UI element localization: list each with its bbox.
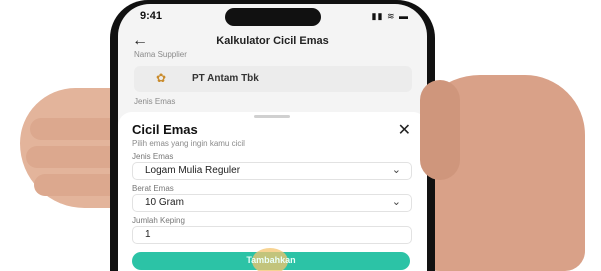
- gold-type-label-background: Jenis Emas: [134, 97, 176, 106]
- weight-label: Berat Emas: [132, 184, 174, 193]
- status-time: 9:41: [140, 10, 163, 22]
- page-title: Kalkulator Cicil Emas: [216, 35, 329, 47]
- phone-screen: 9:41 ▮▮ ≋ ▬ ← Kalkulator Cicil Emas Nama…: [118, 4, 427, 271]
- sheet-drag-handle[interactable]: [254, 115, 290, 118]
- gold-type-value: Logam Mulia Reguler: [145, 165, 241, 176]
- add-button-label: Tambahkan: [246, 255, 296, 265]
- weight-select[interactable]: 10 Gram ⌄: [132, 194, 412, 212]
- dynamic-island: [225, 8, 321, 26]
- quantity-value: 1: [145, 229, 151, 240]
- gold-type-label: Jenis Emas: [132, 152, 174, 161]
- quantity-input[interactable]: 1: [132, 226, 412, 244]
- supplier-name: PT Antam Tbk: [192, 73, 259, 84]
- antam-logo-icon: ✿: [156, 71, 167, 85]
- quantity-label: Jumlah Keping: [132, 216, 185, 225]
- weight-value: 10 Gram: [145, 197, 184, 208]
- gold-type-select[interactable]: Logam Mulia Reguler ⌄: [132, 162, 412, 180]
- sheet-subtitle: Pilih emas yang ingin kamu cicil: [132, 139, 245, 148]
- supplier-label: Nama Supplier: [134, 50, 187, 59]
- chevron-down-icon: ⌄: [391, 196, 401, 208]
- chevron-down-icon: ⌄: [391, 164, 401, 176]
- right-thumb: [420, 80, 460, 180]
- sheet-title: Cicil Emas: [132, 122, 198, 137]
- supplier-field[interactable]: ✿ PT Antam Tbk: [134, 66, 412, 92]
- status-icons: ▮▮ ≋ ▬: [371, 11, 409, 21]
- close-icon[interactable]: ✕: [398, 120, 411, 140]
- add-button[interactable]: Tambahkan: [132, 248, 410, 271]
- bottom-sheet: Cicil Emas ✕ Pilih emas yang ingin kamu …: [118, 112, 427, 271]
